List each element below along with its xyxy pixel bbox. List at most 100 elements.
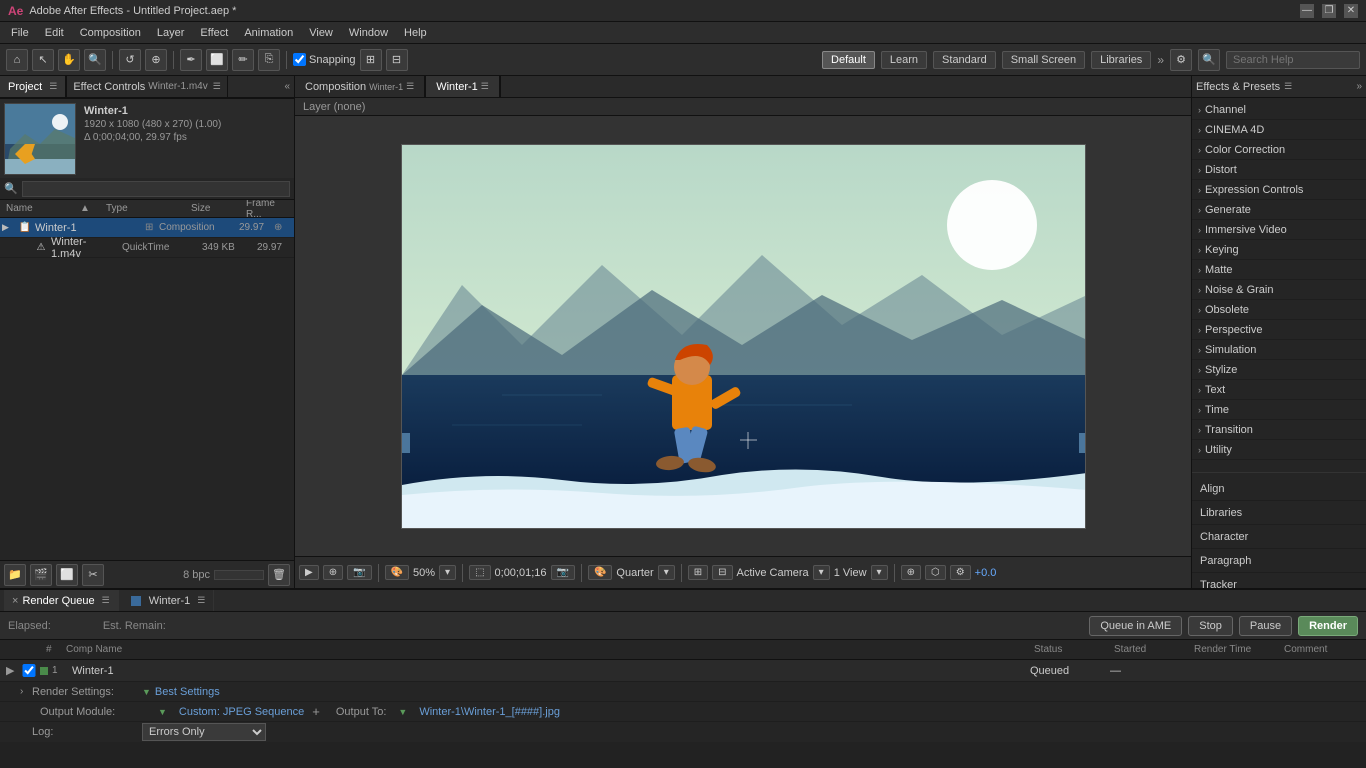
pause-button[interactable]: Pause <box>1239 616 1292 636</box>
effect-cat-matte[interactable]: › Matte <box>1192 260 1366 280</box>
pen-tool[interactable]: ✒ <box>180 49 202 71</box>
new-folder-btn[interactable]: 📁 <box>4 564 26 586</box>
render-queue-close[interactable]: × <box>12 595 18 607</box>
workspace-more[interactable]: » <box>1157 53 1164 67</box>
panel-item-libraries[interactable]: Libraries <box>1192 501 1366 525</box>
menu-view[interactable]: View <box>302 25 340 41</box>
workspace-default[interactable]: Default <box>822 51 875 69</box>
file-row-winter1m4v[interactable]: ⚠ Winter-1.m4v QuickTime 349 KB 29.97 <box>0 238 294 258</box>
search-help-input[interactable] <box>1233 54 1353 66</box>
render-item-row[interactable]: ▶ 1 Winter-1 Queued — <box>0 660 1366 682</box>
scissors-btn[interactable]: ✂ <box>82 564 104 586</box>
hand-tool[interactable]: ✋ <box>58 49 80 71</box>
effect-cat-cinema4d[interactable]: › CINEMA 4D <box>1192 120 1366 140</box>
output-module-expand[interactable]: ▼ <box>158 707 167 717</box>
resolution-dropdown[interactable]: ▾ <box>658 565 675 580</box>
effect-cat-utility[interactable]: › Utility <box>1192 440 1366 460</box>
region-btn[interactable]: ⬚ <box>469 565 490 580</box>
panel-item-character[interactable]: Character <box>1192 525 1366 549</box>
panel-item-tracker[interactable]: Tracker <box>1192 573 1366 588</box>
menu-layer[interactable]: Layer <box>150 25 192 41</box>
mask-tool[interactable]: ⬜ <box>206 49 228 71</box>
menu-effect[interactable]: Effect <box>193 25 235 41</box>
workspace-standard[interactable]: Standard <box>933 51 996 69</box>
output-to-value[interactable]: Winter-1\Winter-1_[####].jpg <box>419 706 560 718</box>
color-picker-btn[interactable]: 🎨 <box>385 565 409 580</box>
effect-cat-immersive-video[interactable]: › Immersive Video <box>1192 220 1366 240</box>
effect-cat-noise-grain[interactable]: › Noise & Grain <box>1192 280 1366 300</box>
select-tool[interactable]: ↖ <box>32 49 54 71</box>
settings-btn[interactable]: ⚙ <box>1170 49 1192 71</box>
render-settings-expand[interactable]: ▼ <box>142 687 151 697</box>
panel-left-collapse[interactable]: « <box>284 81 290 92</box>
play-options[interactable]: ⊕ <box>323 565 343 580</box>
log-select[interactable]: Errors Only Plus Settings Plus Per Frame… <box>142 723 266 741</box>
tab-effect-controls[interactable]: Effect Controls Winter-1.m4v ☰ <box>67 76 227 97</box>
clone-tool[interactable]: ⎘ <box>258 49 280 71</box>
snapping-btn[interactable]: ⊞ <box>360 49 382 71</box>
render-item-checkbox[interactable] <box>22 664 36 677</box>
home-tool[interactable]: ⌂ <box>6 49 28 71</box>
render-button[interactable]: Render <box>1298 616 1358 636</box>
snapping-checkbox[interactable] <box>293 53 306 66</box>
new-solid-btn[interactable]: ⬜ <box>56 564 78 586</box>
workspace-small-screen[interactable]: Small Screen <box>1002 51 1085 69</box>
stop-button[interactable]: Stop <box>1188 616 1233 636</box>
menu-window[interactable]: Window <box>342 25 395 41</box>
render-item-expand[interactable]: ▶ <box>6 664 22 677</box>
menu-help[interactable]: Help <box>397 25 434 41</box>
play-btn[interactable]: ▶ <box>299 565 319 580</box>
effect-cat-perspective[interactable]: › Perspective <box>1192 320 1366 340</box>
minimize-button[interactable]: — <box>1300 4 1314 18</box>
effect-cat-color-correction[interactable]: › Color Correction <box>1192 140 1366 160</box>
effect-cat-simulation[interactable]: › Simulation <box>1192 340 1366 360</box>
tab-project[interactable]: Project ☰ <box>0 76 66 97</box>
panel-collapse-btn[interactable]: » <box>1356 81 1362 92</box>
tab-timeline[interactable]: Winter-1 ☰ <box>426 76 500 97</box>
effect-cat-stylize[interactable]: › Stylize <box>1192 360 1366 380</box>
output-add-btn[interactable]: + <box>312 704 320 719</box>
color-btn[interactable]: 🎨 <box>588 565 612 580</box>
menu-edit[interactable]: Edit <box>38 25 71 41</box>
effect-cat-text[interactable]: › Text <box>1192 380 1366 400</box>
file-row-winter1[interactable]: ▶ 📋 Winter-1 ⊞ Composition 29.97 ⊕ <box>0 218 294 238</box>
effects-menu-icon[interactable]: ☰ <box>1284 81 1292 92</box>
zoom-dropdown[interactable]: ▾ <box>439 565 456 580</box>
project-search-input[interactable] <box>22 181 290 197</box>
zoom-tool[interactable]: 🔍 <box>84 49 106 71</box>
output-module-value[interactable]: Custom: JPEG Sequence <box>179 706 304 718</box>
effect-cat-channel[interactable]: › Channel <box>1192 100 1366 120</box>
camera-btn[interactable]: 📷 <box>551 565 575 580</box>
output-to-expand[interactable]: ▼ <box>398 707 407 717</box>
tab-winter1-timeline[interactable]: Winter-1 ☰ <box>123 590 215 611</box>
rotate-tool[interactable]: ↺ <box>119 49 141 71</box>
delete-btn[interactable]: 🗑 <box>268 564 290 586</box>
camera-dropdown[interactable]: ▾ <box>813 565 830 580</box>
menu-composition[interactable]: Composition <box>73 25 148 41</box>
workspace-learn[interactable]: Learn <box>881 51 927 69</box>
close-button[interactable]: ✕ <box>1344 4 1358 18</box>
queue-in-ame-button[interactable]: Queue in AME <box>1089 616 1182 636</box>
effect-cat-keying[interactable]: › Keying <box>1192 240 1366 260</box>
guide-btn[interactable]: ⊟ <box>386 49 408 71</box>
effect-cat-distort[interactable]: › Distort <box>1192 160 1366 180</box>
comp-viewport[interactable] <box>295 116 1191 556</box>
menu-file[interactable]: File <box>4 25 36 41</box>
effect-cat-transition[interactable]: › Transition <box>1192 420 1366 440</box>
panel-item-align[interactable]: Align <box>1192 477 1366 501</box>
tab-render-queue[interactable]: × Render Queue ☰ <box>4 590 119 611</box>
render-settings-value[interactable]: Best Settings <box>155 686 220 698</box>
share-btn[interactable]: ⬡ <box>925 565 946 580</box>
layer-btn[interactable]: ⊟ <box>712 565 732 580</box>
tab-composition[interactable]: Composition Winter-1 ☰ <box>295 76 425 97</box>
effect-cat-time[interactable]: › Time <box>1192 400 1366 420</box>
screenshot-btn[interactable]: 📷 <box>347 565 371 580</box>
item-settings-icon[interactable]: ⊕ <box>274 222 292 233</box>
unified-tool[interactable]: ⊕ <box>145 49 167 71</box>
effect-cat-generate[interactable]: › Generate <box>1192 200 1366 220</box>
panel-item-paragraph[interactable]: Paragraph <box>1192 549 1366 573</box>
snap-btn[interactable]: ⊕ <box>901 565 921 580</box>
menu-animation[interactable]: Animation <box>237 25 300 41</box>
grid-btn[interactable]: ⊞ <box>688 565 708 580</box>
settings2-btn[interactable]: ⚙ <box>950 565 971 580</box>
